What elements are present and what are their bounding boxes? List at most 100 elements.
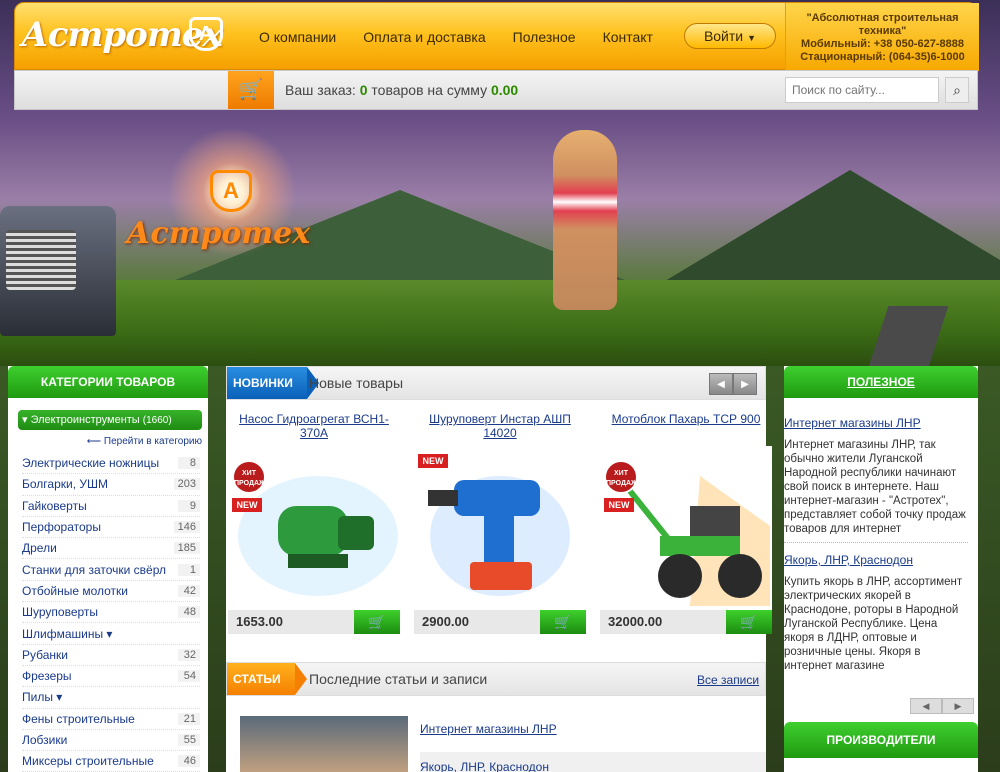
list-item: Шуруповерты 48 [22, 602, 200, 624]
list-item: Шлифмашины ▾ [22, 623, 200, 645]
useful-item-link[interactable]: Интернет магазины ЛНР [784, 416, 978, 430]
order-count: 0 [359, 82, 368, 98]
category-count: 42 [178, 584, 200, 597]
articles-tag: СТАТЬИ [227, 663, 307, 695]
list-item: Миксеры строительные 46 [22, 751, 200, 772]
list-item: Фрезеры 54 [22, 666, 200, 688]
product-image[interactable]: NEW [414, 446, 586, 610]
arrow-left-icon[interactable]: ◀ [910, 698, 942, 714]
article-link[interactable]: Якорь, ЛНР, Краснодон [420, 752, 766, 772]
caret-down-icon: ▾ [22, 414, 28, 426]
article-link[interactable]: Интернет магазины ЛНР [420, 722, 766, 752]
order-bar: 🛒 Ваш заказ: 0 товаров на сумму 0.00 ⌕ [14, 70, 978, 110]
category-link[interactable]: Шуруповерты [22, 605, 98, 619]
category-link[interactable]: Перфораторы [22, 520, 101, 534]
main-category-label: Электроинструменты [30, 414, 140, 426]
categories-sidebar: КАТЕГОРИИ ТОВАРОВ ▾ Электроинструменты (… [8, 366, 208, 772]
cart-icon[interactable]: 🛒 [540, 610, 586, 634]
cart-icon[interactable]: 🛒 [726, 610, 772, 634]
list-item: Перфораторы 146 [22, 517, 200, 539]
useful-item-text: Купить якорь в ЛНР, ассортимент электрич… [784, 576, 963, 671]
category-link[interactable]: Станки для заточки свёрл [22, 563, 166, 577]
nav-useful[interactable]: Полезное [513, 29, 576, 45]
category-link[interactable]: Болгарки, УШМ [22, 477, 108, 491]
category-link[interactable]: Фены строительные [22, 712, 135, 726]
arrow-right-icon[interactable]: ▶ [942, 698, 974, 714]
truck-image [0, 206, 116, 336]
login-label: Войти [703, 28, 744, 44]
articles-header: СТАТЬИ Последние статьи и записи Все зап… [226, 662, 766, 696]
banner-logo-text: Астротех [126, 216, 311, 251]
list-item: Гайковерты 9 [22, 496, 200, 517]
new-badge: NEW [604, 498, 634, 512]
category-link[interactable]: Гайковерты [22, 499, 87, 513]
cart-icon[interactable]: 🛒 [228, 71, 274, 109]
list-item: Отбойные молотки 42 [22, 581, 200, 603]
category-link[interactable]: Дрели [22, 541, 57, 555]
hit-badge: ХИТ ПРОДАЖ [232, 460, 266, 494]
all-articles-link[interactable]: Все записи [697, 673, 759, 687]
order-label: Ваш заказ: [285, 82, 356, 98]
banner-logo-badge-icon: A [210, 170, 252, 212]
product-price-row: 2900.00 🛒 [414, 610, 586, 634]
top-navigation: О компании Оплата и доставка Полезное Ко… [259, 29, 680, 45]
product-price: 2900.00 [422, 614, 469, 629]
product-image[interactable]: ХИТ ПРОДАЖ NEW [228, 446, 400, 610]
useful-item: Интернет магазины ЛНР Интернет магазины … [784, 416, 978, 543]
product-image[interactable]: ХИТ ПРОДАЖ NEW [600, 446, 772, 610]
category-link[interactable]: Электрические ножницы [22, 456, 159, 470]
useful-title[interactable]: ПОЛЕЗНОЕ [784, 366, 978, 398]
search-input[interactable] [785, 77, 939, 103]
cart-icon[interactable]: 🛒 [354, 610, 400, 634]
logo-badge-icon: A [189, 17, 223, 51]
category-link[interactable]: Миксеры строительные [22, 754, 154, 768]
category-count: 9 [178, 499, 200, 512]
useful-item-link[interactable]: Якорь, ЛНР, Краснодон [784, 553, 978, 567]
carousel-arrows: ◀ ▶ [709, 373, 757, 395]
category-count: 1 [178, 563, 200, 576]
company-name: "Абсолютная строительная техника" [806, 12, 959, 37]
product-name-link[interactable]: Мотоблок Пахарь ТСР 900 [600, 412, 772, 442]
new-badge: NEW [418, 454, 448, 468]
screwdriver-image [428, 476, 570, 596]
category-link[interactable]: Фрезеры [22, 669, 72, 683]
new-products-header: НОВИНКИ Новые товары ◀ ▶ [226, 366, 766, 400]
nav-payment-delivery[interactable]: Оплата и доставка [363, 29, 485, 45]
site-header: Астротех A О компании Оплата и доставка … [14, 2, 979, 71]
arrow-left-icon[interactable]: ◀ [709, 373, 733, 395]
contact-box: "Абсолютная строительная техника" Мобиль… [785, 3, 979, 71]
category-link[interactable]: Отбойные молотки [22, 584, 128, 598]
product-name-link[interactable]: Шуруповерт Инстар АШП 14020 [414, 412, 586, 442]
mobile-phone: Мобильный: +38 050-627-8888 [801, 38, 964, 50]
main-category[interactable]: ▾ Электроинструменты (1660) [18, 410, 202, 430]
green-hills [0, 280, 1000, 366]
login-button[interactable]: Войти ▼ [684, 23, 776, 49]
nav-about[interactable]: О компании [259, 29, 336, 45]
product-price-row: 1653.00 🛒 [228, 610, 400, 634]
hit-badge: ХИТ ПРОДАЖ [604, 460, 638, 494]
useful-item: Якорь, ЛНР, Краснодон Купить якорь в ЛНР… [784, 553, 978, 671]
product-name-link[interactable]: Насос Гидроагрегат ВСН1-370А [228, 412, 400, 442]
divider [784, 542, 968, 543]
site-logo[interactable]: Астротех A [21, 13, 223, 59]
category-count: 185 [173, 542, 200, 555]
category-link[interactable]: Пилы ▾ [22, 690, 62, 704]
goto-category-label: Перейти в категорию [103, 436, 202, 447]
search-icon[interactable]: ⌕ [945, 77, 969, 103]
category-link[interactable]: Лобзики [22, 733, 67, 747]
category-count: 203 [173, 478, 200, 491]
list-item: Дрели 185 [22, 538, 200, 560]
nav-contact[interactable]: Контакт [603, 29, 653, 45]
category-link[interactable]: Шлифмашины ▾ [22, 627, 112, 641]
list-item: Болгарки, УШМ 203 [22, 474, 200, 496]
product-card: Насос Гидроагрегат ВСН1-370А ХИТ ПРОДАЖ … [228, 412, 400, 634]
product-card: Мотоблок Пахарь ТСР 900 ХИТ ПРОДАЖ NEW 3… [600, 412, 772, 634]
article-thumbnail[interactable] [240, 716, 408, 772]
list-item: Электрические ножницы 8 [22, 453, 200, 475]
product-price-row: 32000.00 🛒 [600, 610, 772, 634]
arrow-right-icon[interactable]: ▶ [733, 373, 757, 395]
category-link[interactable]: Рубанки [22, 648, 68, 662]
model-with-trimmer-image [553, 130, 617, 310]
goto-category-link[interactable]: ⟵ Перейти в категорию [8, 436, 202, 447]
product-price: 1653.00 [236, 614, 283, 629]
